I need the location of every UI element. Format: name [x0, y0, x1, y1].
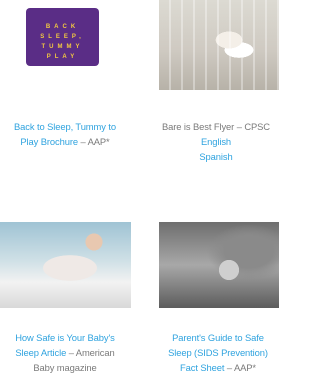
how-safe-link-line2[interactable]: Sleep Article [15, 347, 66, 358]
american-suffix: – American [66, 346, 115, 358]
brochure-word-2: SLEEP, [40, 34, 85, 40]
spanish-link[interactable]: Spanish [199, 151, 232, 162]
brochure-thumbnail[interactable]: BACK SLEEP, TUMMY PLAY [0, 0, 131, 90]
baby-black-white-photo[interactable] [159, 222, 279, 308]
how-safe-link-line1[interactable]: How Safe is Your Baby's [15, 332, 115, 343]
parents-guide-link-line3[interactable]: Fact Sheet [180, 362, 224, 373]
brochure-word-3: TUMMY [41, 44, 84, 50]
baby-magazine-text: Baby magazine [33, 361, 97, 373]
caption-parents-guide: Parent's Guide to Safe Sleep (SIDS Preve… [150, 331, 286, 375]
parents-guide-link-line1[interactable]: Parent's Guide to Safe [172, 332, 264, 343]
brochure-word-1: BACK [45, 24, 80, 30]
aap-suffix: – AAP* [77, 135, 110, 147]
crib-slats [159, 0, 279, 90]
caption-how-safe: How Safe is Your Baby's Sleep Article – … [0, 331, 133, 375]
aap-suffix-2: – AAP* [224, 361, 256, 373]
baby-on-bed-photo[interactable] [0, 222, 131, 308]
back-to-sleep-link-line1[interactable]: Back to Sleep, Tummy to [14, 121, 116, 132]
english-link[interactable]: English [201, 136, 231, 147]
baby-in-crib-photo[interactable] [159, 0, 279, 90]
back-to-sleep-link-line2[interactable]: Play Brochure [20, 136, 78, 147]
caption-bare-is-best: Bare is Best Flyer – CPSC English Spanis… [148, 120, 284, 164]
bare-is-best-title: Bare is Best Flyer – CPSC [162, 121, 270, 132]
parents-guide-link-line2[interactable]: Sleep (SIDS Prevention) [168, 347, 268, 358]
caption-back-to-sleep: Back to Sleep, Tummy to Play Brochure – … [0, 120, 133, 150]
brochure-word-4: PLAY [46, 54, 79, 60]
